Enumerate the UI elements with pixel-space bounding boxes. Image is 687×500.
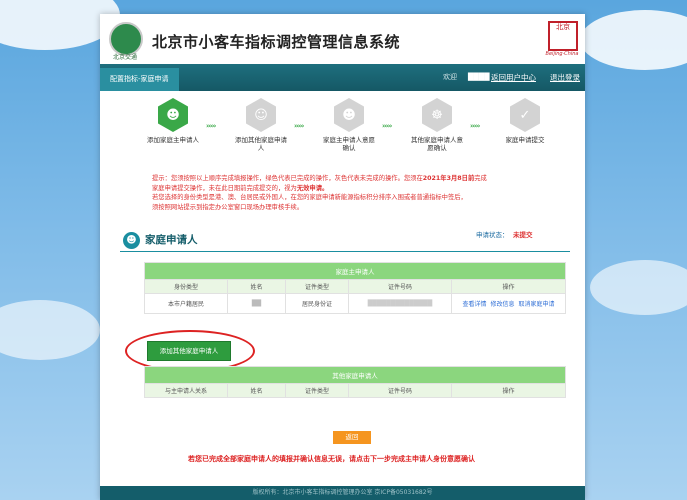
check-icon: ✓ xyxy=(519,107,531,123)
table-row: 本市户籍居民 ██ 居民身份证 ██████████████ 查看详情 修改信息取… xyxy=(144,293,566,314)
notice-deadline: 2021年3月8日前 xyxy=(422,175,475,182)
view-details-link[interactable]: 查看详情 xyxy=(462,301,486,308)
cloud-decoration xyxy=(590,260,687,315)
step-label: 添加其他家庭申请人 xyxy=(235,136,287,152)
cell-id-number: ██████████████ xyxy=(348,293,452,314)
cell-identity-type: 本市户籍居民 xyxy=(144,293,228,314)
table-header: 与主申请人关系 xyxy=(144,383,228,398)
step-4: ☸ 其他家庭申请人意愿确认 xyxy=(409,98,465,152)
table-header: 证件类型 xyxy=(285,279,349,294)
step-arrows: ››››› xyxy=(382,122,392,130)
notice-line2a: 家庭申请提交操作，未在此日期前完成提交的，视为 xyxy=(152,184,297,192)
site-footer: 版权所有：北京市小客车指标调控管理办公室 京ICP备05031682号 xyxy=(100,486,585,500)
nav-welcome-text: 欢迎 xyxy=(443,73,457,81)
step-3: ☻ 家庭主申请人意愿确认 xyxy=(321,98,377,152)
status-label: 申请状态： xyxy=(476,231,509,239)
step-5: ✓ 家庭申请提交 xyxy=(497,98,553,144)
status-badge: 未提交 xyxy=(513,231,533,239)
seal-subtitle: Beijing·China xyxy=(545,51,579,57)
step-hex-icon: ☻ xyxy=(334,98,364,132)
main-applicant-table: 家庭主申请人 身份类型 姓名 证件类型 证件号码 操作 本市户籍居民 ██ 居民… xyxy=(144,262,566,314)
notice-line1c: 完成 xyxy=(474,175,487,182)
site-title: 北京市小客车指标调控管理信息系统 xyxy=(152,33,401,51)
section-title: 家庭申请人 xyxy=(145,234,198,246)
step-arrows: ››››› xyxy=(470,122,480,130)
cancel-family-application-link[interactable]: 取消家庭申请 xyxy=(519,301,555,308)
table-title: 其他家庭申请人 xyxy=(144,366,566,384)
table-header: 证件号码 xyxy=(348,279,452,294)
notice-invalid: 无效申请。 xyxy=(296,184,329,192)
edit-info-link[interactable]: 修改信息 xyxy=(490,301,514,308)
site-header: 北京交通 北京市小客车指标调控管理信息系统 北京 Beijing·China xyxy=(100,14,585,64)
group-confirm-icon: ☸ xyxy=(431,107,443,123)
table-header: 身份类型 xyxy=(144,279,228,294)
table-header: 证件号码 xyxy=(348,383,452,398)
step-label: 添加家庭主申请人 xyxy=(147,136,199,144)
step-hex-icon: ☸ xyxy=(422,98,452,132)
row-actions: 查看详情 修改信息 取消家庭申请 xyxy=(451,293,566,314)
add-other-applicant-button[interactable]: 添加其他家庭申请人 xyxy=(147,341,231,361)
notice-line3: 若您选择的身份类型是港、澳、台居民或外国人，在您的家庭申请新能源指标积分排序入围… xyxy=(152,194,467,202)
beijing-seal-icon: 北京 xyxy=(548,21,578,51)
cloud-decoration xyxy=(580,10,687,70)
table-header: 证件类型 xyxy=(285,383,349,398)
table-header: 操作 xyxy=(451,383,566,398)
cell-id-type: 居民身份证 xyxy=(285,293,349,314)
cloud-decoration xyxy=(0,300,100,360)
step-hex-icon: ☻ xyxy=(158,98,188,132)
step-arrows: ››››› xyxy=(206,122,216,130)
logo-text: 北京交通 xyxy=(112,54,137,61)
table-header: 姓名 xyxy=(227,279,286,294)
nav-tab-family-application[interactable]: 配置指标-家庭申请 xyxy=(100,68,179,91)
step-hex-icon: ☺ xyxy=(246,98,276,132)
step-label: 其他家庭申请人意愿确认 xyxy=(411,136,463,152)
step-2: ☺ 添加其他家庭申请人 xyxy=(233,98,289,152)
person-add-icon: ☻ xyxy=(166,107,180,123)
page-container: 北京交通 北京市小客车指标调控管理信息系统 北京 Beijing·China 配… xyxy=(100,14,585,500)
nav-username: ████ xyxy=(468,73,490,81)
step-label: 家庭申请提交 xyxy=(505,136,545,144)
seal-text: 北京 xyxy=(556,23,570,31)
person-confirm-icon: ☻ xyxy=(342,107,356,123)
step-label: 家庭主申请人意愿确认 xyxy=(323,136,375,152)
notice-line1a: 提示：您须按照以上顺序完成填报操作，绿色代表已完成的操作，灰色代表未完成的操作。… xyxy=(152,175,423,182)
family-applicant-icon: ☻ xyxy=(123,232,140,249)
step-hex-icon: ✓ xyxy=(510,98,540,132)
notice-text: 提示：您须按照以上顺序完成填报操作，绿色代表已完成的操作，灰色代表未完成的操作。… xyxy=(152,174,552,212)
table-header: 姓名 xyxy=(227,383,286,398)
notice-line4: 须按照网站提示到指定办公室窗口现场办理审核手续。 xyxy=(152,203,304,211)
nav-bar: 配置指标-家庭申请 欢迎 ████ 返回用户中心 退出登录 xyxy=(100,64,585,91)
table-title: 家庭主申请人 xyxy=(144,262,566,280)
table-header: 操作 xyxy=(451,279,566,294)
return-button[interactable]: 返回 xyxy=(333,431,371,444)
footer-note: 若您已完成全部家庭申请人的填报并确认信息无误，请点击下一步完成主申请人身份意愿确… xyxy=(188,455,475,463)
beijing-transport-logo-icon xyxy=(109,22,143,56)
section-divider xyxy=(120,251,570,252)
step-arrows: ››››› xyxy=(294,122,304,130)
other-applicants-table: 其他家庭申请人 与主申请人关系 姓名 证件类型 证件号码 操作 xyxy=(144,366,566,398)
logout-link[interactable]: 退出登录 xyxy=(550,64,580,91)
step-1: ☻ 添加家庭主申请人 xyxy=(145,98,201,144)
cell-name: ██ xyxy=(227,293,286,314)
back-to-user-center-link[interactable]: 返回用户中心 xyxy=(491,64,536,91)
group-add-icon: ☺ xyxy=(254,107,268,123)
